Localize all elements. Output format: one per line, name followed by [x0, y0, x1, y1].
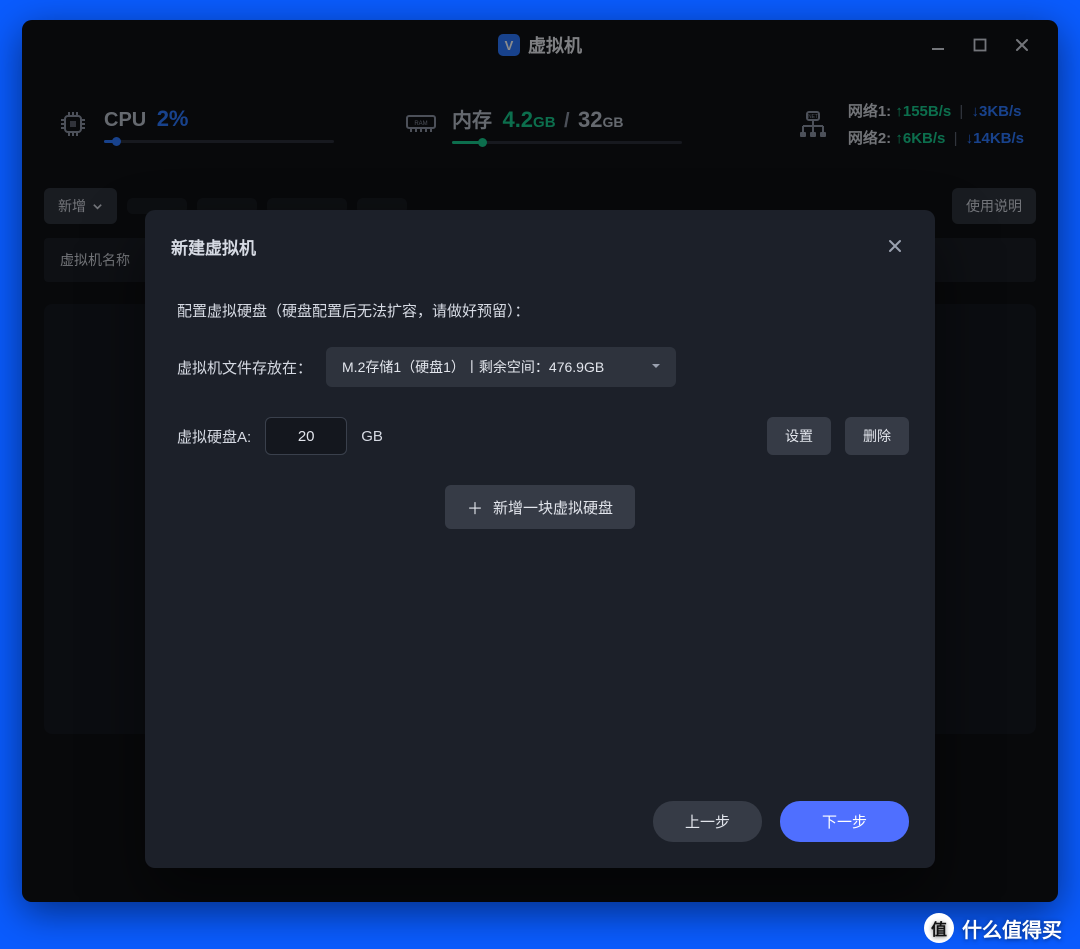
plus-icon: ＋	[467, 495, 483, 519]
next-step-button[interactable]: 下一步	[780, 801, 909, 842]
add-disk-button[interactable]: ＋ 新增一块虚拟硬盘	[445, 485, 635, 529]
disk-a-size-input[interactable]	[265, 417, 347, 455]
disk-settings-button[interactable]: 设置	[767, 417, 831, 455]
storage-selected-value: M.2存储1（硬盘1）丨剩余空间：476.9GB	[342, 357, 604, 377]
storage-row: 虚拟机文件存放在： M.2存储1（硬盘1）丨剩余空间：476.9GB	[171, 347, 909, 387]
disk-unit: GB	[361, 428, 383, 445]
disk-a-label: 虚拟硬盘A:	[177, 426, 251, 447]
app-window: V 虚拟机 CPU 2%	[22, 20, 1058, 902]
close-icon	[888, 239, 902, 253]
caret-down-icon	[650, 359, 662, 375]
watermark-text: 什么值得买	[962, 914, 1062, 943]
disk-delete-button[interactable]: 删除	[845, 417, 909, 455]
watermark-icon: 值	[924, 913, 954, 943]
modal-close-button[interactable]	[881, 232, 909, 260]
modal-header: 新建虚拟机	[171, 210, 909, 278]
config-hint: 配置虚拟硬盘（硬盘配置后无法扩容，请做好预留）：	[177, 300, 909, 321]
prev-step-button[interactable]: 上一步	[653, 801, 762, 842]
modal-body: 配置虚拟硬盘（硬盘配置后无法扩容，请做好预留）： 虚拟机文件存放在： M.2存储…	[171, 278, 909, 842]
modal-overlay: 新建虚拟机 配置虚拟硬盘（硬盘配置后无法扩容，请做好预留）： 虚拟机文件存放在：…	[22, 20, 1058, 902]
modal-title: 新建虚拟机	[171, 234, 256, 259]
create-vm-modal: 新建虚拟机 配置虚拟硬盘（硬盘配置后无法扩容，请做好预留）： 虚拟机文件存放在：…	[145, 210, 935, 868]
storage-label: 虚拟机文件存放在：	[177, 357, 312, 378]
watermark: 值 什么值得买	[924, 913, 1062, 943]
disk-a-actions: 设置 删除	[767, 417, 909, 455]
disk-a-row: 虚拟硬盘A: GB 设置 删除	[171, 417, 909, 455]
add-disk-label: 新增一块虚拟硬盘	[493, 497, 613, 518]
storage-select[interactable]: M.2存储1（硬盘1）丨剩余空间：476.9GB	[326, 347, 676, 387]
add-disk-wrap: ＋ 新增一块虚拟硬盘	[171, 485, 909, 529]
modal-footer: 上一步 下一步	[171, 801, 909, 842]
